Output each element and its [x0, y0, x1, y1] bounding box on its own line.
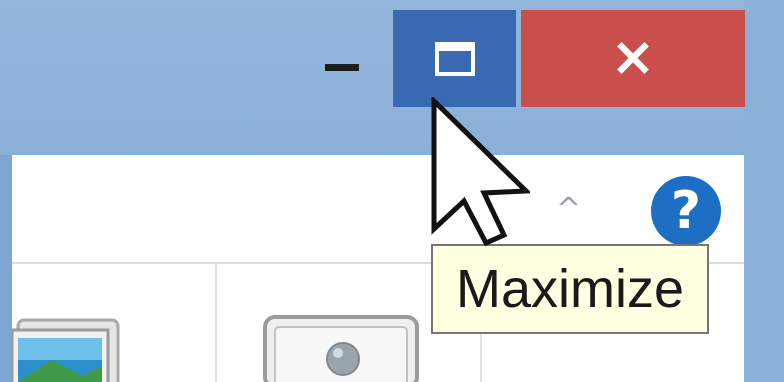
ribbon-group-separator: [215, 264, 217, 382]
maximize-icon: [434, 41, 475, 76]
pictures-icon[interactable]: [12, 316, 124, 382]
minimize-icon: [325, 64, 359, 71]
close-icon: ×: [610, 24, 656, 88]
tooltip-text: Maximize: [455, 259, 685, 319]
ribbon-collapse-chevron-icon[interactable]: ^: [556, 195, 581, 225]
close-button[interactable]: ×: [521, 10, 745, 107]
maximize-button[interactable]: [393, 10, 516, 107]
help-icon-label: ?: [670, 181, 702, 241]
maximize-tooltip: Maximize: [431, 244, 709, 334]
help-icon[interactable]: ?: [651, 176, 721, 246]
mouse-pointer-icon: [431, 97, 530, 247]
window-frame-edge: [744, 0, 784, 382]
minimize-button[interactable]: [292, 10, 392, 107]
user-account-icon[interactable]: [263, 313, 423, 382]
